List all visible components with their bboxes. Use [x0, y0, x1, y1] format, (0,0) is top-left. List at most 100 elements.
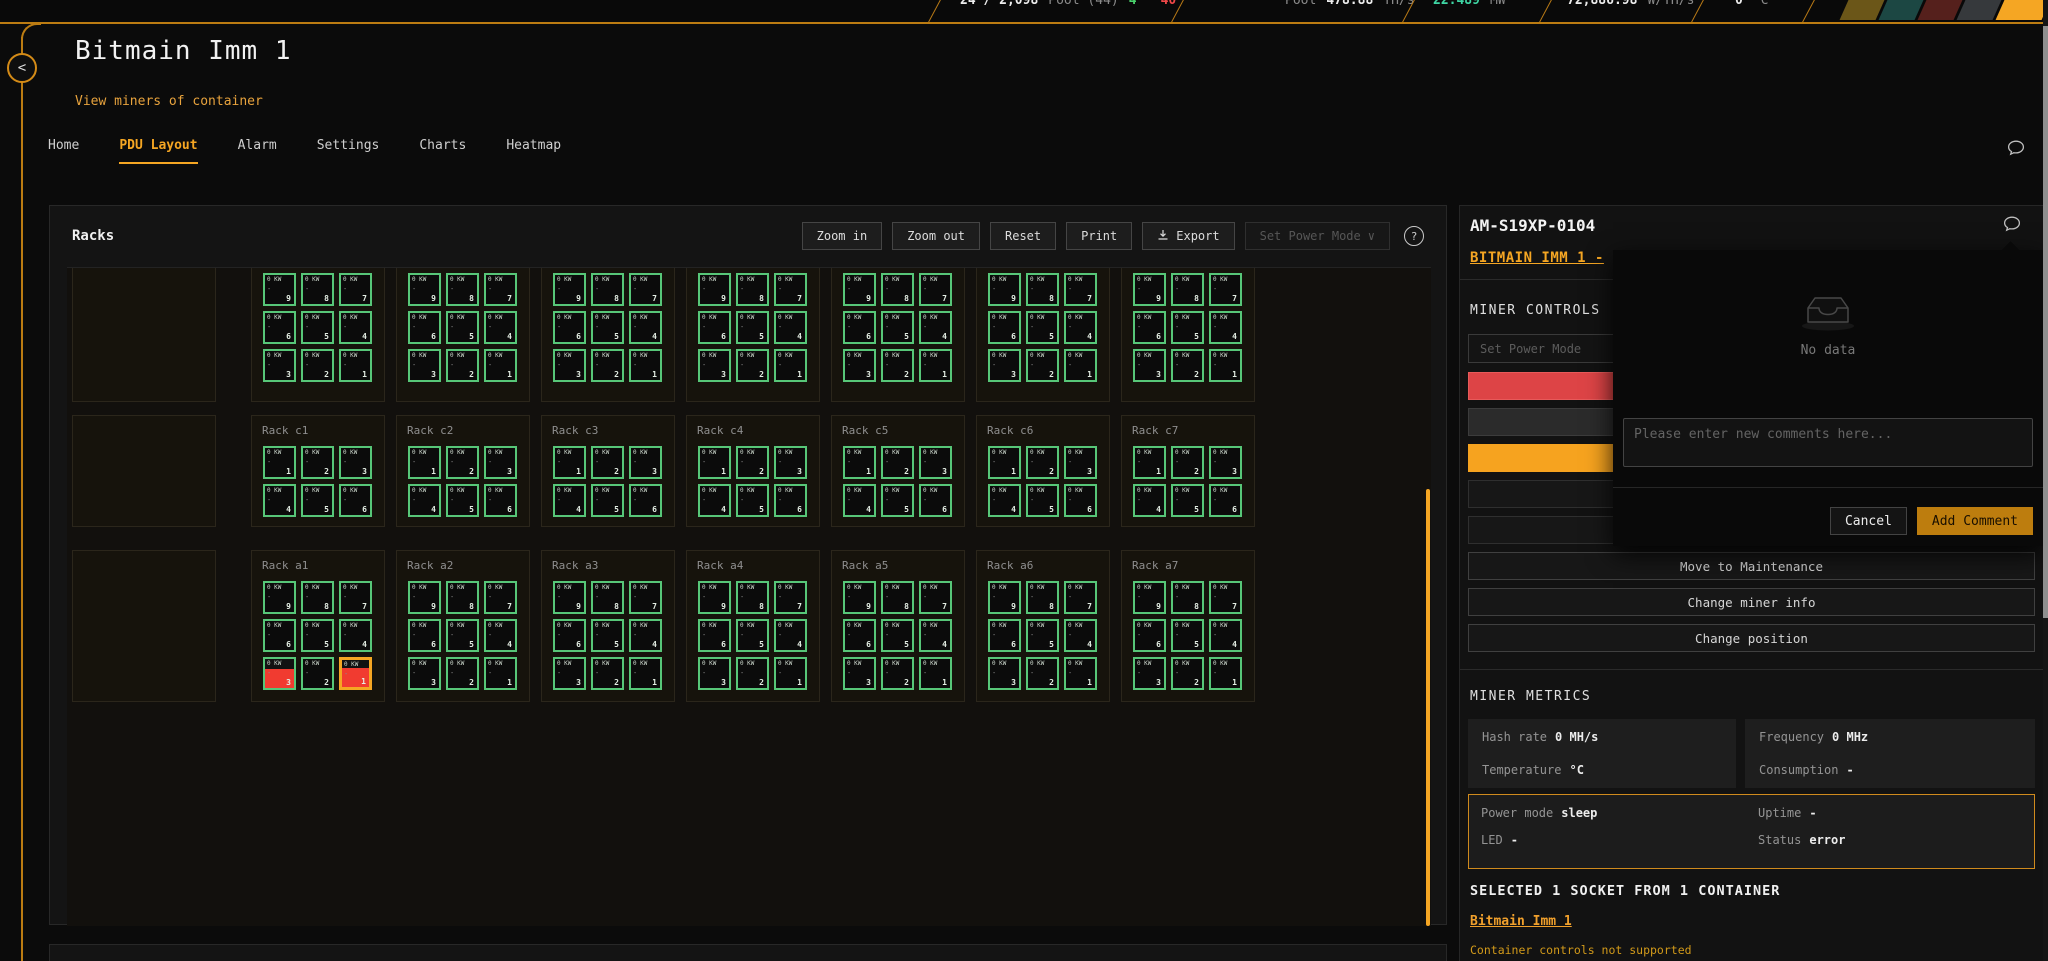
tab-pdu-layout[interactable]: PDU Layout [119, 138, 197, 164]
miner-cell[interactable]: 0 KW-5 [591, 484, 624, 517]
miner-cell[interactable]: 0 KW-4 [408, 484, 441, 517]
miner-cell[interactable]: 0 KW-7 [629, 581, 662, 614]
miner-cell[interactable]: 0 KW-4 [484, 619, 517, 652]
miner-cell[interactable]: 0 KW-1 [484, 657, 517, 690]
miner-cell[interactable]: 0 KW-8 [301, 273, 334, 306]
miner-cell[interactable]: 0 KW-6 [1209, 484, 1242, 517]
miner-cell[interactable]: 0 KW-7 [919, 273, 952, 306]
miner-cell[interactable]: 0 KW-7 [484, 581, 517, 614]
miner-cell[interactable]: 0 KW-2 [1171, 349, 1204, 382]
miner-cell[interactable]: 0 KW-6 [408, 311, 441, 344]
move-to-maintenance-button[interactable]: Move to Maintenance [1468, 552, 2035, 580]
window-scrollbar[interactable] [2043, 0, 2048, 961]
miner-cell[interactable]: 0 KW-7 [339, 273, 372, 306]
miner-cell[interactable]: 0 KW-6 [408, 619, 441, 652]
miner-cell[interactable]: 0 KW-4 [629, 311, 662, 344]
racks-scrollbar-thumb[interactable] [1426, 489, 1430, 926]
miner-cell[interactable]: 0 KW-4 [629, 619, 662, 652]
miner-cell[interactable]: 0 KW-6 [1133, 619, 1166, 652]
comment-bubble-icon[interactable] [2006, 138, 2026, 162]
miner-cell[interactable]: 0 KW-3 [1209, 446, 1242, 479]
miner-cell[interactable]: 0 KW-5 [1171, 484, 1204, 517]
miner-cell[interactable]: 0 KW-6 [553, 619, 586, 652]
miner-cell[interactable]: 0 KW-9 [408, 273, 441, 306]
miner-cell[interactable]: 0 KW-3 [484, 446, 517, 479]
miner-cell[interactable]: 0 KW-6 [698, 619, 731, 652]
miner-cell[interactable]: 0 KW-6 [843, 619, 876, 652]
miner-cell[interactable]: 0 KW-2 [736, 349, 769, 382]
help-icon[interactable]: ? [1404, 226, 1424, 246]
miner-cell[interactable]: 0 KW-3 [263, 657, 296, 690]
miner-cell[interactable]: 0 KW-9 [988, 273, 1021, 306]
miner-cell[interactable]: 0 KW-6 [698, 311, 731, 344]
miner-cell[interactable]: 0 KW-4 [339, 619, 372, 652]
miner-cell[interactable]: 0 KW-2 [736, 446, 769, 479]
miner-cell[interactable]: 0 KW-3 [1064, 446, 1097, 479]
miner-cell[interactable]: 0 KW-5 [591, 311, 624, 344]
miner-cell[interactable]: 0 KW-1 [484, 349, 517, 382]
miner-cell[interactable]: 0 KW-4 [1064, 311, 1097, 344]
check-icon[interactable]: ✓ [0, 120, 1, 135]
miner-cell[interactable]: 0 KW-4 [263, 484, 296, 517]
miner-cell[interactable]: 0 KW-2 [1026, 657, 1059, 690]
miner-cell[interactable]: 0 KW-6 [263, 311, 296, 344]
comment-input[interactable] [1623, 418, 2033, 467]
status-ribbon-tab[interactable] [1840, 0, 1885, 20]
miner-cell[interactable]: 0 KW-3 [698, 349, 731, 382]
miner-cell[interactable]: 0 KW-5 [881, 619, 914, 652]
miner-cell[interactable]: 0 KW-3 [843, 657, 876, 690]
check-icon[interactable]: ✓ [0, 278, 1, 293]
miner-cell[interactable]: 0 KW-8 [881, 273, 914, 306]
change-miner-info-button[interactable]: Change miner info [1468, 588, 2035, 616]
miner-cell[interactable]: 0 KW-5 [301, 619, 334, 652]
miner-cell[interactable]: 0 KW-4 [843, 484, 876, 517]
miner-cell[interactable]: 0 KW-3 [553, 657, 586, 690]
miner-cell[interactable]: 0 KW-8 [736, 273, 769, 306]
container-link[interactable]: BITMAIN IMM 1 - [1470, 250, 1604, 266]
miner-cell[interactable]: 0 KW-2 [591, 657, 624, 690]
miner-cell[interactable]: 0 KW-5 [1026, 484, 1059, 517]
miner-cell[interactable]: 0 KW-7 [339, 581, 372, 614]
miner-cell[interactable]: 0 KW-5 [881, 311, 914, 344]
status-ribbon-tab[interactable] [1918, 0, 1963, 20]
miner-cell[interactable]: 0 KW-7 [1209, 581, 1242, 614]
miner-cell[interactable]: 0 KW-2 [591, 446, 624, 479]
miner-cell[interactable]: 0 KW-8 [736, 581, 769, 614]
change-position-button[interactable]: Change position [1468, 624, 2035, 652]
miner-cell[interactable]: 0 KW-6 [988, 619, 1021, 652]
miner-cell[interactable]: 0 KW-1 [1209, 349, 1242, 382]
miner-cell[interactable]: 0 KW-2 [446, 657, 479, 690]
check-icon[interactable]: ✓ [0, 210, 1, 225]
miner-cell[interactable]: 0 KW-8 [1171, 273, 1204, 306]
miner-cell[interactable]: 0 KW-3 [988, 657, 1021, 690]
miner-cell[interactable]: 0 KW-1 [408, 446, 441, 479]
miner-cell[interactable]: 0 KW-5 [1171, 619, 1204, 652]
miner-cell[interactable]: 0 KW-7 [774, 273, 807, 306]
miner-cell[interactable]: 0 KW-1 [988, 446, 1021, 479]
miner-cell[interactable]: 0 KW-3 [553, 349, 586, 382]
miner-cell[interactable]: 0 KW-6 [843, 311, 876, 344]
miner-cell[interactable]: 0 KW-8 [1171, 581, 1204, 614]
tab-alarm[interactable]: Alarm [238, 138, 277, 164]
miner-cell[interactable]: 0 KW-8 [1026, 273, 1059, 306]
miner-cell[interactable]: 0 KW-9 [698, 273, 731, 306]
miner-cell[interactable]: 0 KW-2 [881, 446, 914, 479]
miner-cell[interactable]: 0 KW-4 [919, 311, 952, 344]
miner-cell[interactable]: 0 KW-3 [339, 446, 372, 479]
miner-cell[interactable]: 0 KW-4 [1209, 311, 1242, 344]
miner-cell[interactable]: 0 KW-3 [408, 657, 441, 690]
miner-cell[interactable]: 0 KW-1 [698, 446, 731, 479]
miner-cell[interactable]: 0 KW-1 [553, 446, 586, 479]
miner-cell[interactable]: 0 KW-4 [1209, 619, 1242, 652]
miner-cell[interactable]: 0 KW-1 [339, 657, 372, 690]
miner-cell[interactable]: 0 KW-9 [988, 581, 1021, 614]
miner-cell[interactable]: 0 KW-4 [919, 619, 952, 652]
miner-cell[interactable]: 0 KW-1 [774, 349, 807, 382]
miner-cell[interactable]: 0 KW-5 [736, 619, 769, 652]
miner-cell[interactable]: 0 KW-2 [1171, 446, 1204, 479]
miner-cell[interactable]: 0 KW-6 [1064, 484, 1097, 517]
miner-cell[interactable]: 0 KW-3 [1133, 349, 1166, 382]
window-scrollbar-thumb[interactable] [2043, 26, 2048, 618]
miner-cell[interactable]: 0 KW-1 [1064, 349, 1097, 382]
miner-cell[interactable]: 0 KW-6 [1133, 311, 1166, 344]
